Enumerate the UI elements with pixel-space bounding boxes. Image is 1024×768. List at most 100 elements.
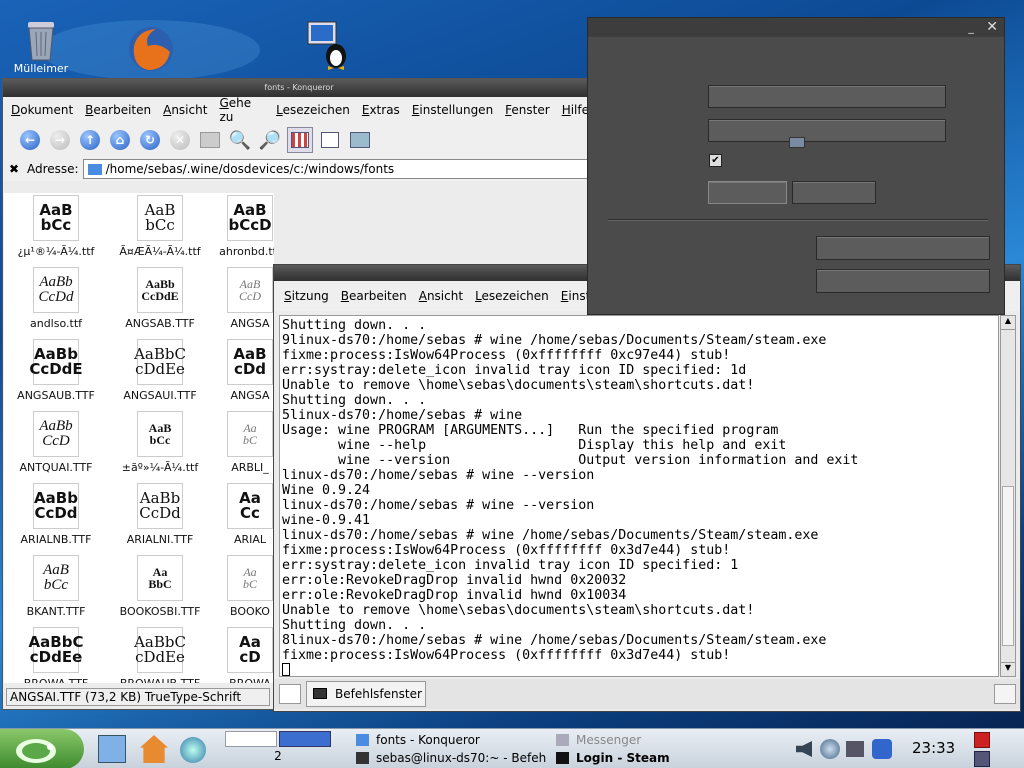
forward-button[interactable]: → (47, 127, 73, 153)
font-file-item[interactable]: Aa bC BOOKO (198, 555, 274, 618)
scroll-thumb[interactable] (1002, 486, 1014, 646)
new-session-button[interactable] (279, 684, 301, 704)
font-file-item[interactable]: AaBbC cDdEe ANGSAUI.TTF (108, 339, 212, 402)
dialog-titlebar[interactable]: _ ✕ (588, 18, 1004, 37)
home-folder-icon[interactable] (140, 735, 168, 763)
terminal-scrollbar[interactable]: ▲ ▼ (1000, 315, 1016, 677)
stop-button[interactable]: ✕ (167, 127, 193, 153)
font-file-item[interactable]: Aa Cc ARIAL (198, 483, 274, 546)
task-konsole[interactable]: sebas@linux-ds70:~ - Befehlsf (356, 749, 546, 767)
network-icon[interactable] (180, 737, 206, 763)
username-field[interactable] (708, 85, 946, 108)
tab-befehlsfenster[interactable]: Befehlsfenster (306, 681, 426, 707)
close-session-button[interactable] (994, 684, 1016, 704)
volume-icon[interactable] (796, 741, 812, 757)
menu-einstellungen[interactable]: Einstellungen (406, 103, 499, 117)
create-account-button[interactable] (816, 236, 990, 260)
menu-bearbeiten[interactable]: Bearbeiten (335, 289, 413, 303)
update-icon[interactable] (820, 739, 840, 759)
scroll-up-button[interactable]: ▲ (1001, 316, 1015, 330)
reload-button[interactable]: ↻ (137, 127, 163, 153)
zoom-in-icon: 🔍 (228, 129, 252, 151)
password-field[interactable] (708, 119, 946, 142)
font-sample: AaBbC cDdEe (134, 633, 186, 666)
zoom-out-button[interactable]: 🔎 (257, 127, 283, 153)
print-button[interactable] (197, 127, 223, 153)
font-preview-thumbnail: AaB bCcD (227, 195, 273, 241)
device-icon[interactable] (872, 739, 892, 759)
font-file-item[interactable]: Aa BbC BOOKOSBI.TTF (108, 555, 212, 618)
font-file-item[interactable]: AaB cDd ANGSA (198, 339, 274, 402)
task-steam-login[interactable]: Login - Steam (556, 749, 670, 767)
retrieve-password-button[interactable] (816, 269, 990, 293)
up-button[interactable]: ↑ (77, 127, 103, 153)
desktop-icon-trash[interactable]: Mülleimer (6, 14, 76, 75)
font-file-item[interactable]: AaB bCc BKANT.TTF (4, 555, 108, 618)
menu-lesezeichen[interactable]: Lesezeichen (270, 103, 356, 117)
pager-desktop-2[interactable] (279, 731, 331, 747)
font-preview-thumbnail: AaBb CcDdE (137, 267, 183, 313)
zoom-in-button[interactable]: 🔍 (227, 127, 253, 153)
menu-lesezeichen[interactable]: Lesezeichen (469, 289, 555, 303)
font-preview-thumbnail: AaBbC cDdEe (29, 627, 83, 673)
font-file-item[interactable]: AaBb CcDd ARIALNB.TTF (4, 483, 108, 546)
desktop-show-icon[interactable] (98, 735, 126, 763)
logout-icon[interactable] (974, 732, 990, 748)
menu-fenster[interactable]: Fenster (499, 103, 556, 117)
file-icon-view: AaB bCc ¿µ¹®¼-Ã¼.ttf AaB bCc Ã¤ÆÃ¼-Ã¼.ttf Aa… (4, 193, 274, 683)
login-button[interactable] (708, 181, 787, 204)
font-file-item[interactable]: AaBbC cDdEe BROWAUB.TTF (108, 627, 212, 683)
font-file-item[interactable]: AaBb CcDdE ANGSAB.TTF (108, 267, 212, 330)
menu-dokument[interactable]: Dokument (5, 103, 79, 117)
close-button[interactable]: ✕ (986, 19, 998, 35)
address-input[interactable]: /home/sebas/.wine/dosdevices/c:/windows/… (82, 159, 595, 179)
remember-password-checkbox[interactable]: ✔ (709, 154, 722, 167)
terminal-line: 5linux-ds70:/home/sebas # wine (282, 408, 523, 423)
scroll-down-button[interactable]: ▼ (1001, 662, 1015, 676)
menu-gehe-zu[interactable]: Gehe zu (213, 96, 270, 124)
lock-screen-icon[interactable] (974, 751, 990, 767)
font-sample: Aa BbC (148, 565, 172, 591)
font-sample: AaB bCc (144, 201, 176, 234)
font-file-item[interactable]: AaB bCc ±ãº»¼-Ã¼.ttf (108, 411, 212, 474)
task-konqueror[interactable]: fonts - Konqueror (356, 731, 480, 749)
menu-ansicht[interactable]: Ansicht (413, 289, 469, 303)
clear-address-icon[interactable]: ✖ (3, 162, 25, 176)
desktop-icon-firefox[interactable] (116, 24, 186, 72)
konqueror-titlebar[interactable]: fonts - Konqueror (3, 79, 595, 97)
font-file-item[interactable]: AaBbC cDdEe BROWA.TTF (4, 627, 108, 683)
home-button[interactable]: ⌂ (107, 127, 133, 153)
task-messenger[interactable]: Messenger (556, 731, 641, 749)
menu-extras[interactable]: Extras (356, 103, 406, 117)
font-file-item[interactable]: AaB bCcD ahronbd.ttf (198, 195, 274, 258)
kmenu-button[interactable] (0, 729, 84, 768)
font-file-item[interactable]: Aa cD BROWA (198, 627, 274, 683)
menu-sitzung[interactable]: Sitzung (278, 289, 335, 303)
desktop-pager[interactable]: 2 (225, 731, 331, 767)
font-file-item[interactable]: Aa bC ARBLI_ (198, 411, 274, 474)
network-status-icon[interactable] (846, 741, 864, 757)
keyboard-icon[interactable] (789, 137, 805, 148)
minimize-button[interactable]: _ (968, 21, 974, 34)
font-file-name: BROWA.TTF (4, 677, 108, 683)
preview-button[interactable] (347, 127, 373, 153)
menu-bearbeiten[interactable]: Bearbeiten (79, 103, 157, 117)
clock[interactable]: 23:33 (912, 739, 955, 757)
font-file-item[interactable]: AaBb CcDd andlso.ttf (4, 267, 108, 330)
pager-desktop-1[interactable] (225, 731, 277, 747)
font-file-item[interactable]: AaB bCc Ã¤ÆÃ¼-Ã¼.ttf (108, 195, 212, 258)
menu-ansicht[interactable]: Ansicht (157, 103, 213, 117)
terminal-output[interactable]: Shutting down. . . 9linux-ds70:/home/seba… (279, 315, 999, 677)
font-sample: AaB cDd (233, 345, 267, 378)
font-file-name: ANGSAB.TTF (125, 317, 195, 330)
font-file-item[interactable]: AaBb CcDd ARIALNI.TTF (108, 483, 212, 546)
cancel-button[interactable] (792, 181, 876, 204)
icon-view-button[interactable] (287, 127, 313, 153)
list-view-button[interactable] (317, 127, 343, 153)
font-file-item[interactable]: AaBb CcDdE ANGSAUB.TTF (4, 339, 108, 402)
font-file-item[interactable]: AaB CcD ANGSA (198, 267, 274, 330)
back-button[interactable]: ← (17, 127, 43, 153)
font-file-item[interactable]: AaBb CcD ANTQUAI.TTF (4, 411, 108, 474)
font-file-item[interactable]: AaB bCc ¿µ¹®¼-Ã¼.ttf (4, 195, 108, 258)
desktop-icon-computer[interactable] (292, 18, 362, 70)
